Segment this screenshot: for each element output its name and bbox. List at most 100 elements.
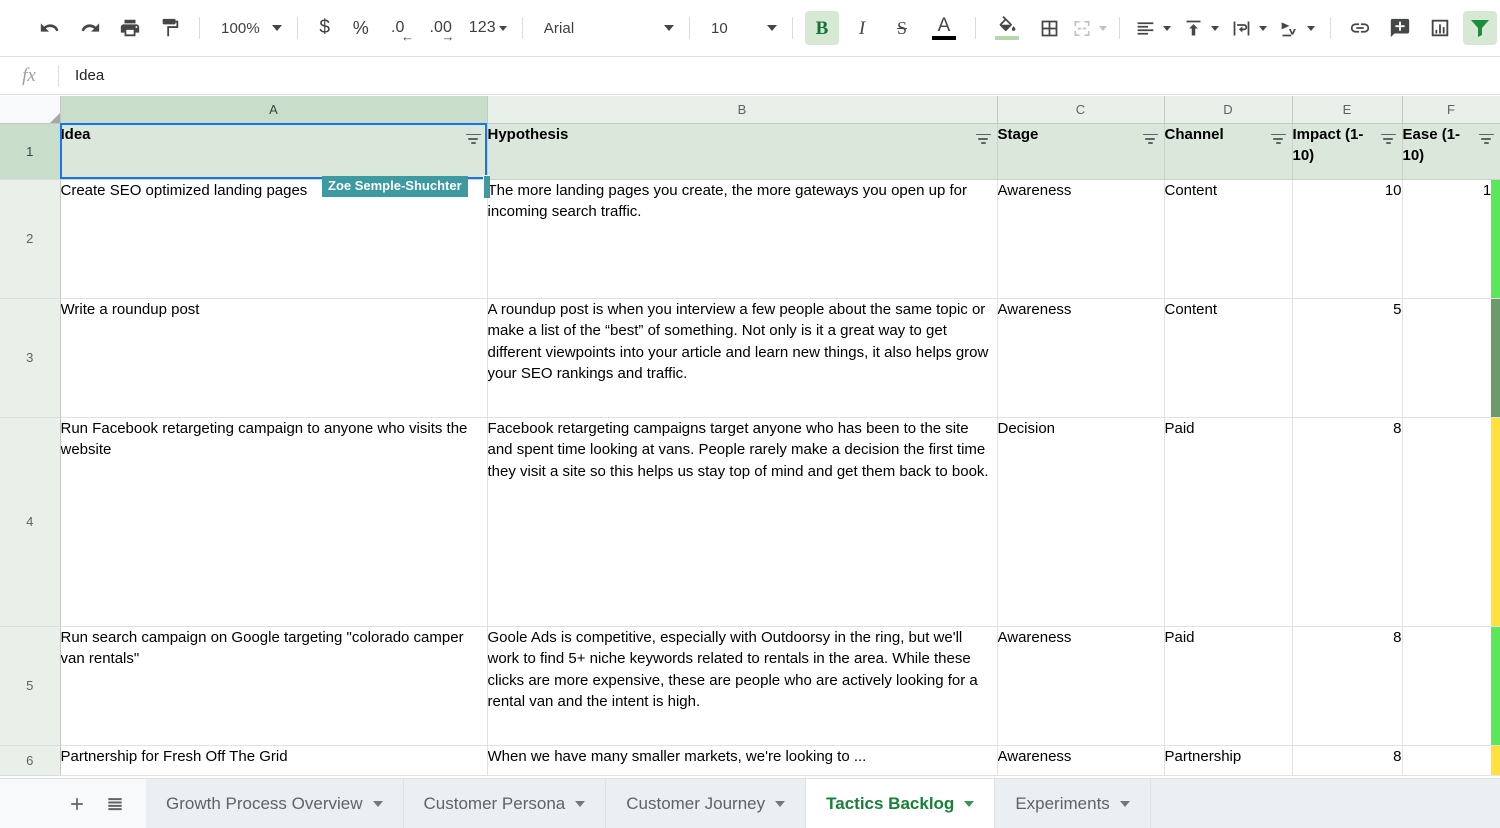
column-header-f[interactable]: F [1402,96,1500,123]
column-header-b[interactable]: B [487,96,997,123]
cell-e1[interactable]: Impact (1-10) [1292,123,1402,179]
chevron-down-icon[interactable] [775,801,785,807]
filter-icon[interactable] [1143,134,1158,147]
cell-e5[interactable]: 8 [1292,626,1402,745]
font-family-selector[interactable]: Arial [532,12,680,44]
insert-chart-button[interactable] [1423,11,1457,45]
cell-d1[interactable]: Channel [1164,123,1292,179]
cell-f3[interactable]: 2 [1402,298,1500,417]
sheet-tab-tactics-backlog[interactable]: Tactics Backlog [806,779,995,828]
cell-e4[interactable]: 8 [1292,417,1402,626]
strikethrough-button[interactable]: S [885,11,919,45]
cell-d2[interactable]: Content [1164,179,1292,298]
increase-decimal-button[interactable]: .00 → [423,11,459,45]
cell-c6[interactable]: Awareness [997,745,1164,775]
percent-format-button[interactable]: % [346,11,376,45]
cell-f2[interactable]: 10 [1402,179,1500,298]
sheet-tab-customer-journey[interactable]: Customer Journey [606,779,806,828]
cell-a4[interactable]: Run Facebook retargeting campaign to any… [60,417,487,626]
cell-b1[interactable]: Hypothesis [487,123,997,179]
cell-c2[interactable]: Awareness [997,179,1164,298]
row-header-2[interactable]: 2 [0,179,60,298]
chevron-down-icon[interactable] [373,801,383,807]
text-color-button[interactable]: A [925,11,963,45]
cell-b5[interactable]: Goole Ads is competitive, especially wit… [487,626,997,745]
merge-cells-button[interactable] [1072,11,1107,45]
cell-f4[interactable]: 3 [1402,417,1500,626]
row-status-color-strip [1491,418,1500,626]
cell-f5[interactable]: 3 [1402,626,1500,745]
undo-button[interactable] [33,11,67,45]
filter-icon[interactable] [976,134,991,147]
borders-button[interactable] [1032,11,1066,45]
cell-d5[interactable]: Paid [1164,626,1292,745]
sheet-tab-customer-persona[interactable]: Customer Persona [404,779,607,828]
cell-d4[interactable]: Paid [1164,417,1292,626]
font-size-selector[interactable]: 10 [699,12,783,44]
cell-a3-text: Write a roundup post [61,301,200,318]
filter-icon[interactable] [1381,134,1396,147]
italic-button[interactable]: I [845,11,879,45]
chevron-down-icon[interactable] [1120,801,1130,807]
cell-a6[interactable]: Partnership for Fresh Off The Grid [60,745,487,775]
cell-a5[interactable]: Run search campaign on Google targeting … [60,626,487,745]
add-sheet-button[interactable] [58,779,96,828]
cell-b4[interactable]: Facebook retargeting campaigns target an… [487,417,997,626]
chevron-down-icon[interactable] [964,801,974,807]
cell-b3[interactable]: A roundup post is when you interview a f… [487,298,997,417]
chevron-down-icon [1307,26,1315,31]
text-wrap-button[interactable] [1228,11,1270,45]
paint-format-button[interactable] [153,11,187,45]
row-header-6[interactable]: 6 [0,745,60,775]
cell-f6[interactable]: 3 [1402,745,1500,775]
horizontal-align-button[interactable] [1132,11,1174,45]
sheet-tab-growth-process-overview[interactable]: Growth Process Overview [146,779,404,828]
cell-e2[interactable]: 10 [1292,179,1402,298]
arrow-left-icon: ← [401,29,414,44]
decrease-decimal-button[interactable]: .0 ← [382,11,414,45]
cell-b2[interactable]: The more landing pages you create, the m… [487,179,997,298]
cell-c5[interactable]: Awareness [997,626,1164,745]
column-header-e[interactable]: E [1292,96,1402,123]
cell-d3[interactable]: Content [1164,298,1292,417]
column-header-a[interactable]: A [60,96,487,123]
row-header-3[interactable]: 3 [0,298,60,417]
text-rotation-button[interactable] [1276,11,1318,45]
cell-c4[interactable]: Decision [997,417,1164,626]
cell-f1[interactable]: Ease (1-10) [1402,123,1500,179]
sheet-tab-label: Tactics Backlog [826,794,954,814]
all-sheets-button[interactable] [96,779,134,828]
column-header-c[interactable]: C [997,96,1164,123]
filter-icon[interactable] [466,134,481,147]
row-header-4[interactable]: 4 [0,417,60,626]
row-header-1[interactable]: 1 [0,123,60,179]
cell-a3[interactable]: Write a roundup post [60,298,487,417]
more-formats-button[interactable]: 123 [466,11,510,45]
chevron-down-icon[interactable] [575,801,585,807]
cell-c3[interactable]: Awareness [997,298,1164,417]
cell-d6[interactable]: Partnership [1164,745,1292,775]
vertical-align-button[interactable] [1180,11,1222,45]
cell-a1[interactable]: Idea [60,123,487,179]
zoom-selector[interactable]: 100% [211,12,286,44]
create-filter-button[interactable] [1463,11,1497,45]
sheet-tab-experiments[interactable]: Experiments [995,779,1150,828]
filter-icon[interactable] [1271,134,1286,147]
insert-link-button[interactable] [1343,11,1377,45]
row-header-5[interactable]: 5 [0,626,60,745]
print-button[interactable] [113,11,147,45]
cell-e6[interactable]: 8 [1292,745,1402,775]
spreadsheet-grid[interactable]: A B C D E F 1 Idea Hypothesis Stage Chan [0,96,1500,778]
formula-input[interactable] [59,57,1500,94]
filter-icon[interactable] [1479,134,1494,147]
cell-e3[interactable]: 5 [1292,298,1402,417]
cell-b6[interactable]: When we have many smaller markets, we're… [487,745,997,775]
column-header-d[interactable]: D [1164,96,1292,123]
insert-comment-button[interactable] [1383,11,1417,45]
bold-button[interactable]: B [805,11,839,45]
fill-color-button[interactable] [988,11,1026,45]
redo-button[interactable] [73,11,107,45]
currency-format-button[interactable]: $ [310,11,340,45]
select-all-corner[interactable] [0,96,60,123]
cell-c1[interactable]: Stage [997,123,1164,179]
